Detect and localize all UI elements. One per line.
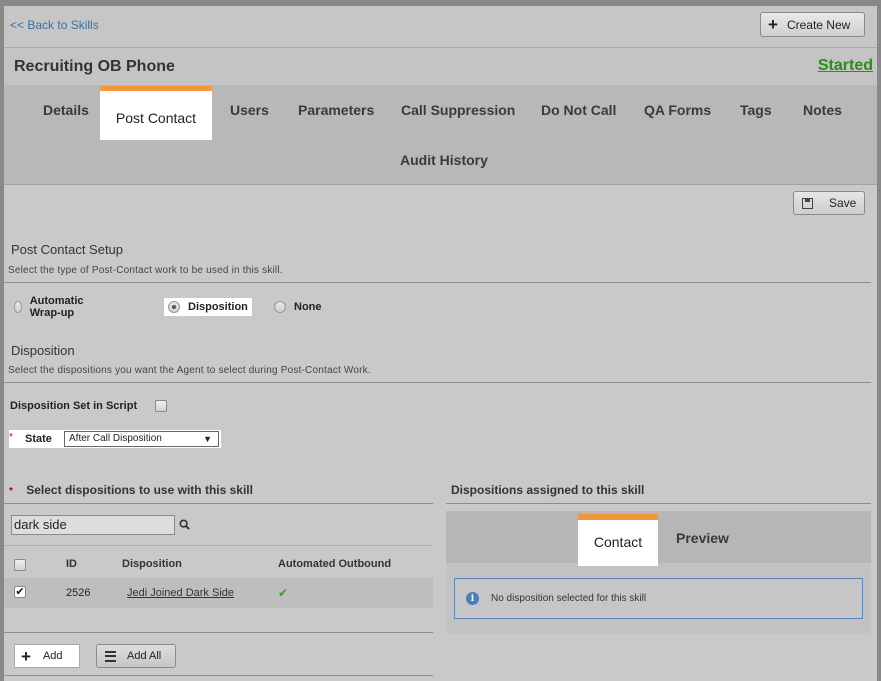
add-button[interactable]: + Add <box>14 644 80 668</box>
radio-label: Disposition <box>188 301 248 313</box>
empty-state-message: i No disposition selected for this skill <box>454 578 863 619</box>
create-new-label: Create New <box>786 17 851 32</box>
dispositions-table-header: ID Disposition Automated Outbound <box>4 552 433 576</box>
column-header-id: ID <box>66 558 77 570</box>
radio-none[interactable]: None <box>274 298 322 316</box>
save-button[interactable]: Save <box>793 191 865 215</box>
add-all-button[interactable]: Add All <box>96 644 176 668</box>
create-new-button[interactable]: + Create New <box>760 12 865 37</box>
column-header-automated-outbound: Automated Outbound <box>278 558 392 570</box>
tab-tags[interactable]: Tags <box>740 102 772 118</box>
required-marker: * <box>9 432 13 443</box>
tab-notes[interactable]: Notes <box>803 102 842 118</box>
save-disk-icon <box>802 197 813 209</box>
radio-circle-selected-icon <box>168 301 180 313</box>
required-marker: * <box>9 486 13 497</box>
state-field: * State After Call Disposition ▼ <box>9 430 221 448</box>
radio-label: None <box>294 301 322 313</box>
tab-audit-history[interactable]: Audit History <box>400 152 488 168</box>
plus-icon: + <box>21 646 31 666</box>
empty-state-text: No disposition selected for this skill <box>491 593 647 604</box>
search-icon[interactable] <box>179 519 190 530</box>
tab-call-suppression[interactable]: Call Suppression <box>401 102 515 118</box>
title-row: Recruiting OB Phone Started <box>4 49 877 85</box>
tab-details[interactable]: Details <box>43 102 89 118</box>
page-title: Recruiting OB Phone <box>14 58 175 75</box>
dropdown-arrow-icon: ▼ <box>203 434 212 444</box>
tab-post-contact[interactable]: Post Contact <box>100 86 212 140</box>
radio-label: Automatic Wrap-up <box>29 295 84 319</box>
tab-contact[interactable]: Contact <box>578 514 658 566</box>
radio-automatic-wrap-up[interactable]: Automatic Wrap-up <box>14 295 88 319</box>
disposition-heading: Disposition <box>11 343 75 358</box>
plus-icon: + <box>768 15 778 34</box>
add-all-label: Add All <box>127 650 162 662</box>
divider <box>4 282 871 283</box>
assigned-dispositions-panel: Contact Preview i No disposition selecte… <box>446 511 871 633</box>
table-row[interactable]: ✔ 2526 Jedi Joined Dark Side ✔ <box>4 578 433 608</box>
column-header-disposition: Disposition <box>122 558 182 570</box>
status-link[interactable]: Started <box>818 57 873 75</box>
radio-disposition[interactable]: Disposition <box>164 298 252 316</box>
divider <box>446 503 871 504</box>
divider <box>4 503 433 504</box>
assigned-dispositions-heading: Dispositions assigned to this skill <box>451 483 645 497</box>
state-select-value: After Call Disposition <box>69 433 162 444</box>
save-label: Save <box>829 196 857 210</box>
tab-users[interactable]: Users <box>230 102 269 118</box>
post-contact-setup-description: Select the type of Post-Contact work to … <box>8 265 283 276</box>
info-icon: i <box>466 592 479 605</box>
divider <box>4 632 433 633</box>
post-contact-content: Save Post Contact Setup Select the type … <box>4 186 877 681</box>
disposition-search-input[interactable]: dark side <box>11 515 175 535</box>
add-label: Add <box>42 650 63 662</box>
divider <box>4 545 433 546</box>
divider <box>4 675 433 676</box>
tab-qa-forms[interactable]: QA Forms <box>644 102 711 118</box>
disposition-set-in-script-checkbox[interactable] <box>155 400 167 412</box>
divider <box>4 382 871 383</box>
checkmark-icon: ✔ <box>278 586 289 600</box>
row-disposition-link[interactable]: Jedi Joined Dark Side <box>127 587 234 599</box>
select-dispositions-heading-text: Select dispositions to use with this ski… <box>26 483 253 497</box>
tab-do-not-call[interactable]: Do Not Call <box>541 102 616 118</box>
radio-circle-icon <box>274 301 286 313</box>
disposition-set-in-script-label: Disposition Set in Script <box>10 400 138 412</box>
list-icon <box>105 650 116 662</box>
assigned-tabs: Contact Preview <box>446 511 871 566</box>
tab-preview[interactable]: Preview <box>676 530 729 546</box>
select-dispositions-heading: * Select dispositions to use with this s… <box>9 483 253 497</box>
disposition-description: Select the dispositions you want the Age… <box>8 365 371 376</box>
select-all-checkbox[interactable] <box>14 559 26 571</box>
post-contact-setup-heading: Post Contact Setup <box>11 242 124 257</box>
skill-editor-window: << Back to Skills + Create New Recruitin… <box>4 6 877 681</box>
top-bar: << Back to Skills + Create New <box>4 6 877 48</box>
state-select[interactable]: After Call Disposition ▼ <box>64 431 219 447</box>
tab-bar: Details Post Contact Users Parameters Ca… <box>4 85 877 185</box>
state-label: State <box>25 433 52 445</box>
radio-circle-icon <box>14 301 22 313</box>
row-checkbox-checked[interactable]: ✔ <box>14 586 26 598</box>
back-to-skills-link[interactable]: << Back to Skills <box>10 18 99 32</box>
row-id: 2526 <box>66 587 91 599</box>
tab-parameters[interactable]: Parameters <box>298 102 374 118</box>
